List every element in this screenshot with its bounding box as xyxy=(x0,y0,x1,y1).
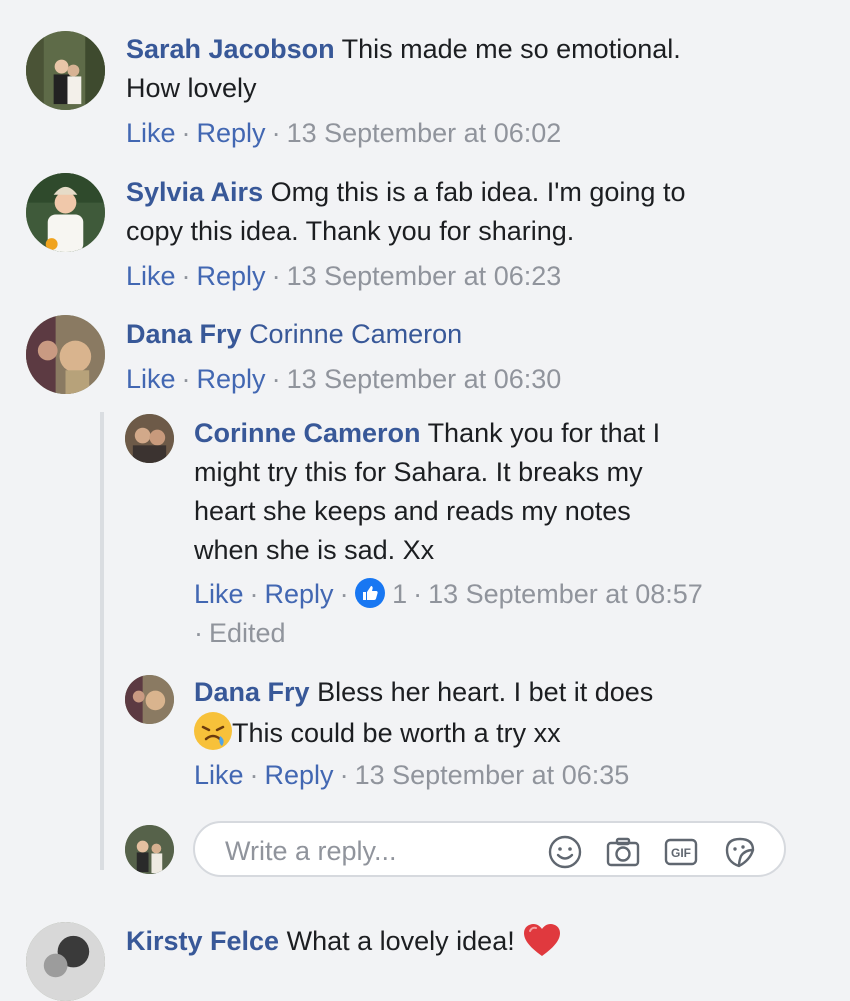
comment-body: Sarah Jacobson This made me so emotional… xyxy=(126,30,681,108)
comment-body: Dana Fry Corinne Cameron xyxy=(126,315,462,354)
tired-face-emoji-icon xyxy=(194,712,232,750)
reply-link[interactable]: Reply xyxy=(197,261,266,291)
comment-timestamp[interactable]: 13 September at 06:02 xyxy=(287,118,562,148)
reply-text: when she is sad. Xx xyxy=(194,535,435,565)
reply-text: This could be worth a try xx xyxy=(232,718,561,748)
reply-input[interactable] xyxy=(223,833,527,869)
emoji-icon[interactable] xyxy=(547,834,583,870)
edited-text[interactable]: Edited xyxy=(209,618,286,648)
heart-emoji-icon xyxy=(522,922,562,969)
reply-text: Thank you for that I xyxy=(427,418,661,448)
comment-text: This made me so emotional. xyxy=(341,34,681,64)
reply-timestamp[interactable]: 13 September at 08:57 xyxy=(428,579,703,609)
reply-author[interactable]: Dana Fry xyxy=(194,677,310,707)
like-link[interactable]: Like xyxy=(126,261,176,291)
comment-text: What a lovely idea! xyxy=(286,926,515,956)
avatar[interactable] xyxy=(26,315,105,394)
reply-author[interactable]: Corinne Cameron xyxy=(194,418,421,448)
svg-text:GIF: GIF xyxy=(671,846,691,860)
comment-text: Omg this is a fab idea. I'm going to xyxy=(270,177,686,207)
reply-timestamp[interactable]: 13 September at 06:35 xyxy=(355,760,630,790)
comment-text: copy this idea. Thank you for sharing. xyxy=(126,216,575,246)
reply-link[interactable]: Reply xyxy=(197,118,266,148)
reply-text: Bless her heart. I bet it does xyxy=(317,677,654,707)
avatar[interactable] xyxy=(26,922,105,1001)
edited-label: · Edited xyxy=(194,618,286,648)
sticker-icon[interactable] xyxy=(722,834,758,870)
avatar[interactable] xyxy=(26,31,105,110)
comment-actions: Like · Reply · 13 September at 06:30 xyxy=(126,364,562,394)
current-user-avatar xyxy=(125,825,174,874)
reply-actions: Like · Reply · 13 September at 06:35 xyxy=(194,760,630,790)
like-link[interactable]: Like xyxy=(194,760,244,790)
mention-link[interactable]: Corinne Cameron xyxy=(249,319,462,349)
like-link[interactable]: Like xyxy=(126,364,176,394)
gif-icon[interactable]: GIF xyxy=(663,834,699,870)
comment-author[interactable]: Sylvia Airs xyxy=(126,177,263,207)
comment-timestamp[interactable]: 13 September at 06:30 xyxy=(287,364,562,394)
comment-author[interactable]: Sarah Jacobson xyxy=(126,34,335,64)
comment-body: Kirsty Felce What a lovely idea! xyxy=(126,922,562,969)
avatar[interactable] xyxy=(125,414,174,463)
reply-link[interactable]: Reply xyxy=(197,364,266,394)
camera-icon[interactable] xyxy=(605,834,641,870)
comment-author[interactable]: Dana Fry xyxy=(126,319,242,349)
thread-divider xyxy=(100,412,104,870)
avatar[interactable] xyxy=(125,675,174,724)
reply-box: GIF xyxy=(193,821,786,877)
reply-body: Corinne Cameron Thank you for that I mig… xyxy=(194,414,660,570)
like-reaction-icon[interactable] xyxy=(354,578,385,608)
reply-link[interactable]: Reply xyxy=(265,760,334,790)
comment-timestamp[interactable]: 13 September at 06:23 xyxy=(287,261,562,291)
comment-author[interactable]: Kirsty Felce xyxy=(126,926,279,956)
comment-actions: Like · Reply · 13 September at 06:23 xyxy=(126,261,562,291)
reply-body: Dana Fry Bless her heart. I bet it does … xyxy=(194,673,653,753)
like-link[interactable]: Like xyxy=(194,579,244,609)
comment-actions: Like · Reply · 13 September at 06:02 xyxy=(126,118,562,148)
comment-text: How lovely xyxy=(126,73,257,103)
reply-text: might try this for Sahara. It breaks my xyxy=(194,457,643,487)
reaction-count[interactable]: 1 xyxy=(392,579,407,609)
reply-actions: Like · Reply · 1 · 13 September at 08:57 xyxy=(194,578,703,609)
avatar[interactable] xyxy=(26,173,105,252)
reply-link[interactable]: Reply xyxy=(265,579,334,609)
comment-body: Sylvia Airs Omg this is a fab idea. I'm … xyxy=(126,173,685,251)
reply-text: heart she keeps and reads my notes xyxy=(194,496,631,526)
like-link[interactable]: Like xyxy=(126,118,176,148)
